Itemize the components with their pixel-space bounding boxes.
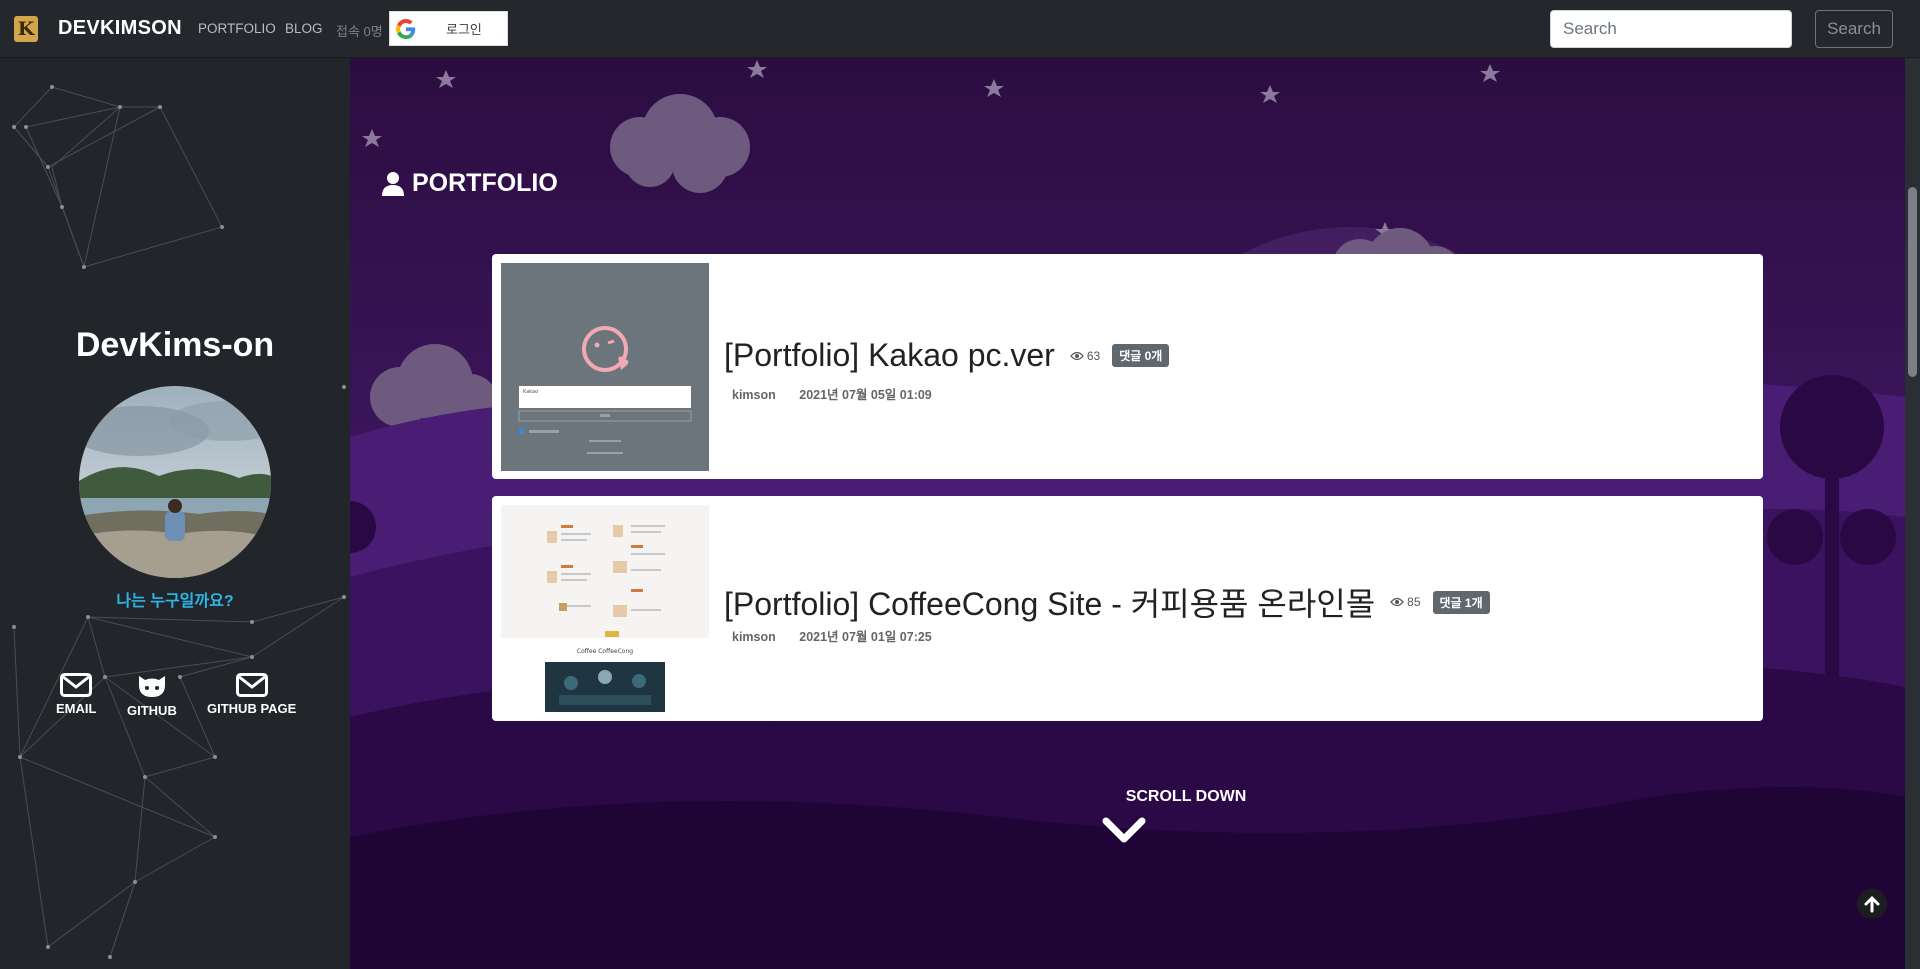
profile-avatar [79,386,271,578]
post-meta: kimson 2021년 07월 05일 01:09 [732,384,932,403]
view-count: 63 [1069,349,1100,363]
arrow-up-icon [1864,896,1880,913]
main-content: PORTFOLIO Kakao [Portfolio] Kakao pc.ver… [350,57,1905,969]
github-page-link[interactable]: GITHUB PAGE [207,673,296,716]
user-icon [382,171,404,196]
nav-link-blog[interactable]: BLOG [285,21,323,36]
post-date: 2021년 07월 01일 07:25 [799,630,932,644]
email-link[interactable]: EMAIL [56,673,96,716]
google-icon [396,18,416,39]
post-date: 2021년 07월 05일 01:09 [799,388,932,402]
brand-logo-icon[interactable]: K [14,16,38,42]
github-label: GITHUB [127,703,177,718]
post-meta: kimson 2021년 07월 01일 07:25 [732,626,932,645]
search-input[interactable] [1550,10,1792,48]
eye-icon [1069,351,1084,360]
back-to-top-button[interactable] [1857,889,1887,919]
visitor-count: 접속 0명 [336,24,383,39]
google-login-button[interactable]: 로그인 [389,11,508,46]
comment-badge: 댓글 1개 [1432,590,1490,614]
chevron-down-icon[interactable] [1102,816,1146,846]
post-title[interactable]: [Portfolio] CoffeeCong Site - 커피용품 온라인몰 … [724,579,1490,625]
github-icon [138,676,165,697]
eye-icon [1390,597,1405,607]
sidebar: DevKims-on 나는 누구일까요? EMAIL GITHUB GITHUB… [0,57,350,969]
github-link[interactable]: GITHUB [127,673,177,718]
post-author: kimson [732,630,776,644]
view-count: 85 [1390,595,1421,609]
section-title: PORTFOLIO [382,169,558,198]
brand-name[interactable]: DEVKIMSON [58,17,182,40]
post-thumbnail[interactable]: Coffee CoffeeCong [501,505,709,713]
scrollbar-thumb[interactable] [1908,187,1917,377]
search-button[interactable]: Search [1815,10,1893,48]
comment-badge: 댓글 0개 [1112,344,1170,367]
google-login-label: 로그인 [446,23,482,38]
envelope-icon [60,673,93,697]
envelope-icon [235,673,268,697]
portfolio-card[interactable]: Coffee CoffeeCong [Portfolio] CoffeeCong… [492,496,1763,721]
svg-text:Coffee CoffeeCong: Coffee CoffeeCong [577,648,633,655]
svg-text:Kakao: Kakao [523,389,538,395]
email-label: EMAIL [56,701,97,716]
scroll-down-label[interactable]: SCROLL DOWN [1066,788,1306,806]
post-title[interactable]: [Portfolio] Kakao pc.ver 63 댓글 0개 [724,337,1170,374]
page-scrollbar[interactable] [1905,57,1920,969]
who-am-i-link[interactable]: 나는 누구일까요? [0,587,350,611]
github-page-label: GITHUB PAGE [207,701,297,716]
post-thumbnail[interactable]: Kakao [501,263,709,471]
top-navbar: K DEVKIMSON PORTFOLIO BLOG 접속 0명 로그인 Sea… [0,0,1920,58]
portfolio-card[interactable]: Kakao [Portfolio] Kakao pc.ver 63 댓글 0개 [492,254,1763,479]
nav-link-portfolio[interactable]: PORTFOLIO [198,21,276,36]
post-author: kimson [732,388,776,402]
profile-name: DevKims-on [75,326,275,364]
